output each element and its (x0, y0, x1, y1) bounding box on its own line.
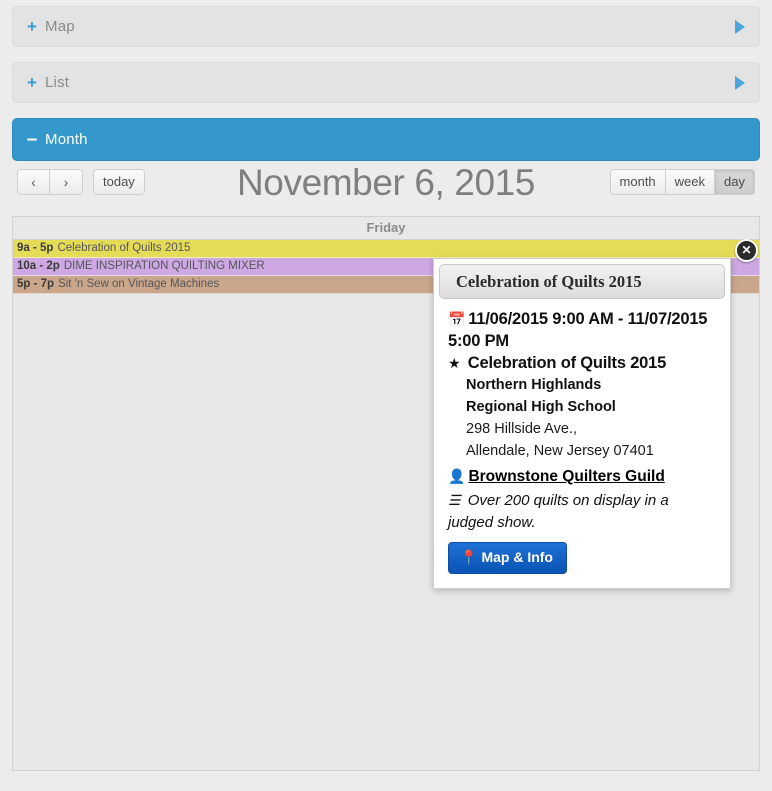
view-accordion: + Map + List – Month (12, 6, 760, 165)
popup-header: Celebration of Quilts 2015 (439, 264, 725, 299)
event-datetime: 11/06/2015 9:00 AM - 11/07/2015 5:00 PM (448, 310, 708, 350)
event-name: Celebration of Quilts 2015 (467, 354, 667, 372)
plus-icon: + (27, 73, 37, 92)
person-icon: 👤 (448, 468, 466, 484)
event-datetime-line: 📅 11/06/2015 9:00 AM - 11/07/2015 5:00 PM (448, 308, 716, 352)
event-title: Sit 'n Sew on Vintage Machines (58, 278, 220, 290)
star-icon: ★ (448, 355, 461, 371)
accordion-label-map: Map (45, 18, 75, 35)
close-popup-button[interactable]: ✕ (735, 239, 758, 262)
view-button-day[interactable]: day (715, 169, 755, 195)
organizer-line: 👤 Brownstone Quilters Guild (448, 465, 716, 488)
venue-line-1: Northern Highlands (466, 377, 602, 393)
accordion-panel-list[interactable]: + List (12, 62, 760, 103)
accordion-label-list: List (45, 74, 70, 91)
organizer-link[interactable]: Brownstone Quilters Guild (468, 468, 664, 485)
event-row-celebration-of-quilts[interactable]: 9a - 5p Celebration of Quilts 2015 (13, 240, 759, 258)
event-time: 9a - 5p (17, 242, 54, 254)
address-line-1: 298 Hillside Ave., (466, 421, 577, 437)
list-icon: ☰ (448, 492, 461, 508)
venue-line-2: Regional High School (466, 399, 616, 415)
event-title: DIME INSPIRATION QUILTING MIXER (63, 260, 265, 272)
minus-icon: – (26, 129, 38, 150)
event-detail-popup: Celebration of Quilts 2015 📅 11/06/2015 9… (433, 258, 731, 589)
event-title: Celebration of Quilts 2015 (57, 242, 191, 254)
map-and-info-button[interactable]: 📍 Map & Info (448, 542, 567, 574)
event-time: 10a - 2p (17, 260, 60, 272)
map-and-info-label: Map & Info (481, 549, 553, 565)
popup-body: 📅 11/06/2015 9:00 AM - 11/07/2015 5:00 PM… (434, 299, 730, 588)
chevron-right-icon (735, 19, 745, 34)
accordion-label-month: Month (45, 131, 88, 148)
event-time: 5p - 7p (17, 278, 55, 290)
address-line-2: Allendale, New Jersey 07401 (466, 443, 654, 459)
view-button-month[interactable]: month (609, 169, 666, 195)
view-switcher-group: month week day (609, 169, 755, 195)
description-line: ☰ Over 200 quilts on display in a judged… (448, 489, 716, 534)
location-pin-icon: 📍 (460, 549, 478, 565)
event-description: Over 200 quilts on display in a judged s… (448, 492, 669, 531)
plus-icon: + (27, 17, 37, 36)
view-button-week[interactable]: week (665, 169, 716, 195)
accordion-panel-month[interactable]: – Month (12, 118, 760, 161)
day-column-header: Friday (13, 217, 759, 240)
calendar-toolbar: ‹ › today November 6, 2015 month week da… (12, 160, 760, 216)
chevron-right-icon (735, 75, 745, 90)
accordion-panel-map[interactable]: + Map (12, 6, 760, 47)
calendar-icon: 📅 (448, 311, 466, 327)
event-name-line: ★ Celebration of Quilts 2015 (448, 352, 716, 374)
